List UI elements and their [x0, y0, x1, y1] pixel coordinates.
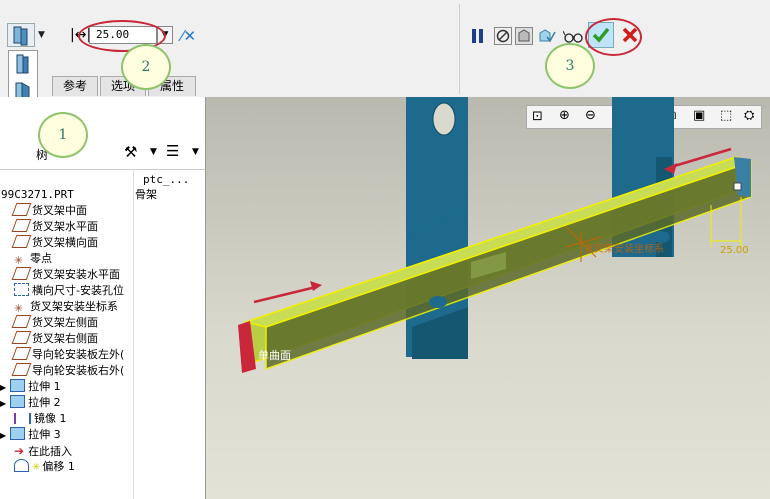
annotation-ring-confirm [585, 18, 642, 56]
tree-item[interactable]: 货叉架右侧面 [11, 331, 98, 347]
datum-plane-icon [11, 331, 32, 344]
offset-feature-icon [14, 459, 29, 472]
tree-item[interactable]: ✳ 货叉架安装坐标系 [14, 299, 118, 315]
tree-filters-icon[interactable]: ⚒ [124, 143, 137, 161]
tree-column-header[interactable]: ptc_... [143, 173, 189, 186]
tree-item[interactable]: 导向轮安装板右外( [11, 363, 124, 379]
coordinate-system-icon: ✳ [14, 302, 24, 315]
tree-filters-dropdown[interactable]: ▼ [150, 147, 157, 157]
datum-plane-icon [11, 347, 32, 360]
tree-item[interactable]: 镜像 1 [14, 411, 67, 427]
dimension-label[interactable]: 25.00 [720, 245, 749, 256]
insert-arrow-icon[interactable]: ➔ [14, 444, 24, 458]
datum-plane-icon [11, 315, 32, 328]
datum-plane-icon [11, 235, 32, 248]
expand-arrow-icon[interactable]: ▶ [0, 431, 6, 440]
tree-settings-dropdown[interactable]: ▼ [192, 147, 199, 157]
tree-item[interactable]: 导向轮安装板左外( [11, 347, 124, 363]
offset-type-dropdown-arrow[interactable]: ▼ [38, 30, 45, 40]
tree-item-insert-here[interactable]: ➔ 在此插入 [14, 443, 72, 459]
offset-type-button[interactable] [7, 23, 35, 47]
tree-item[interactable]: 货叉架左侧面 [11, 315, 98, 331]
tree-item[interactable]: 货叉架安装水平面 [11, 267, 120, 283]
extrude-icon [10, 395, 26, 408]
datum-curve-icon [14, 283, 29, 296]
datum-point-icon: ✳ [14, 254, 24, 267]
tree-item[interactable]: ▶ 拉伸 3 [0, 427, 61, 443]
left-upright [406, 97, 468, 359]
beam [238, 155, 754, 373]
flip-direction-icon[interactable]: ⁄✕ [181, 27, 196, 45]
dashboard-divider [459, 4, 460, 94]
tab-references[interactable]: 参考 [52, 76, 98, 96]
graphics-viewport[interactable]: ⊡ ⊕ ⊖ ◩ ◫ ⧉ ▣ ⬚ ⛭ [206, 97, 770, 499]
datum-plane-icon [11, 203, 32, 216]
callout-3: 3 [545, 43, 595, 89]
glasses-preview-icon[interactable] [562, 28, 585, 44]
tree-item[interactable]: ✳ 偏移 1 [14, 459, 75, 475]
standard-offset-icon[interactable] [16, 54, 29, 74]
tree-item[interactable]: 货叉架中面 [11, 203, 87, 219]
model-tree-panel: 树 ⚒ ▼ ☰ ▼ ptc_... 99C3271.PRT 骨架 货叉架中面 货… [0, 97, 206, 499]
surface-label: 单曲面 [258, 349, 291, 362]
tree-item[interactable]: 横向尺寸-安装孔位 [14, 283, 124, 299]
expand-arrow-icon[interactable]: ▶ [0, 399, 6, 408]
pause-icon[interactable] [471, 28, 485, 44]
callout-2: 2 [121, 44, 171, 90]
datum-plane-icon [11, 219, 32, 232]
tree-item[interactable]: 货叉架横向面 [11, 235, 98, 251]
datum-plane-icon [11, 363, 32, 376]
tree-item[interactable]: ✳ 零点 [14, 251, 52, 267]
callout-1: 1 [38, 112, 88, 158]
tree-column-divider [133, 169, 134, 499]
csys-label: 货叉架安装坐标系 [584, 244, 664, 255]
expand-arrow-icon[interactable]: ▶ [0, 383, 6, 392]
tree-item[interactable]: ▶ 拉伸 1 [0, 379, 61, 395]
verify-preview-icon[interactable] [537, 27, 557, 45]
separate-preview-icon[interactable] [515, 27, 533, 45]
offset-surface-icon [13, 26, 28, 46]
model-scene [238, 97, 754, 373]
tree-item[interactable]: ▶ 拉伸 2 [0, 395, 61, 411]
no-preview-icon[interactable] [494, 27, 512, 45]
extrude-icon [10, 427, 26, 440]
direction-arrow-left [253, 281, 322, 304]
tree-root-label: 99C3271.PRT [1, 188, 74, 201]
tree-header-divider [0, 169, 205, 170]
new-feature-icon: ✳ [32, 462, 41, 473]
datum-plane-icon [11, 267, 32, 280]
extrude-icon [10, 379, 26, 392]
tree-root-value: 骨架 [135, 188, 157, 201]
tree-item[interactable]: 货叉架水平面 [11, 219, 98, 235]
tree-settings-icon[interactable]: ☰ [166, 142, 179, 160]
mirror-icon [14, 413, 31, 424]
tree-root-part[interactable]: 99C3271.PRT [0, 187, 74, 203]
